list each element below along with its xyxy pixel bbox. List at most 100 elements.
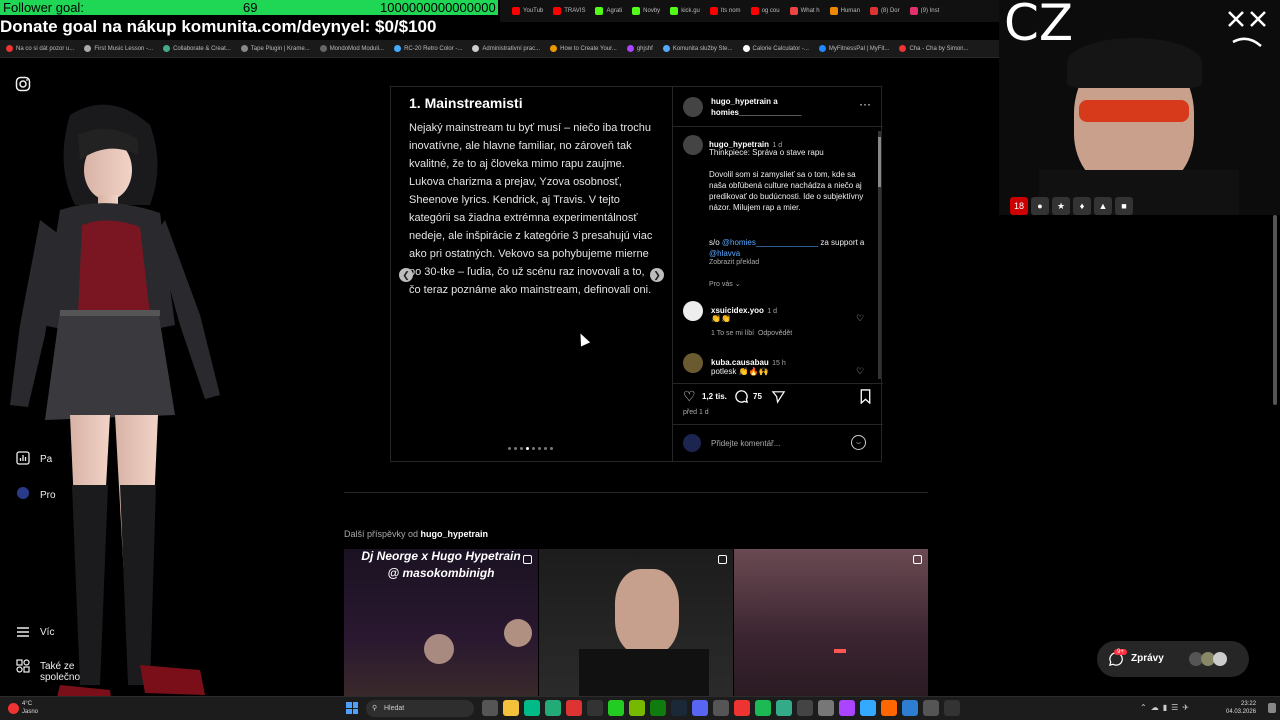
more-options-icon[interactable]: ··· (859, 97, 871, 111)
badge-icon: ★ (1052, 197, 1070, 215)
app-icon[interactable] (566, 700, 582, 716)
bookmark[interactable]: Calorie Calculator -... (742, 45, 809, 52)
translate-link[interactable]: Zobrazit překlad (709, 259, 759, 266)
app-icon[interactable] (776, 700, 792, 716)
bookmark[interactable]: Komunita služby Ste... (662, 45, 733, 52)
comment-input[interactable]: Přidejte komentář... (711, 439, 780, 448)
nvidia-icon[interactable] (629, 700, 645, 716)
app-icon[interactable] (839, 700, 855, 716)
app-icon[interactable] (860, 700, 876, 716)
browser-tab[interactable]: kick.gu (666, 5, 704, 17)
app-icon[interactable] (524, 700, 540, 716)
notification-icon[interactable] (1268, 703, 1276, 713)
app-icon[interactable] (944, 700, 960, 716)
comment-likes[interactable]: 1 To se mi líbí (711, 330, 754, 337)
steam-icon[interactable] (671, 700, 687, 716)
bookmark[interactable]: Collaborate & Creat... (163, 45, 231, 52)
file-explorer-icon[interactable] (503, 700, 519, 716)
bookmark[interactable]: Na co si dát pozor u... (6, 45, 74, 52)
bookmark[interactable]: How to Create Your... (550, 45, 617, 52)
comment-icon[interactable] (734, 389, 749, 404)
bookmark[interactable]: Administrativní prac... (472, 45, 540, 52)
browser-tab[interactable]: (9) Inst (906, 5, 944, 17)
post-coauthor[interactable]: homies______________ (711, 108, 801, 117)
system-tray-icons[interactable]: ⌃☁▮☰✈ (1140, 703, 1193, 712)
app-icon[interactable] (923, 700, 939, 716)
bookmark[interactable]: MyFitnessPal | MyFit... (818, 45, 889, 52)
spotify-icon[interactable] (755, 700, 771, 716)
caption-avatar[interactable] (683, 135, 703, 155)
country-label: CZ (1004, 0, 1074, 52)
browser-tab[interactable]: What h (786, 5, 824, 17)
comment-count[interactable]: 75 (753, 392, 762, 401)
browser-tab[interactable]: Human (826, 5, 864, 17)
unread-badge: 9+ (1114, 649, 1127, 655)
logo-icon (1228, 11, 1266, 47)
chrome-icon[interactable] (545, 700, 561, 716)
messages-button[interactable]: 9+ Zprávy (1097, 641, 1249, 677)
post-author[interactable]: hugo_hypetrain a (711, 97, 778, 106)
bookmark[interactable]: MondoMod Moduli... (319, 45, 384, 52)
bookmark[interactable]: First Music Lesson -... (84, 45, 153, 52)
task-view-icon[interactable] (482, 700, 498, 716)
contact-avatar (1213, 652, 1227, 666)
app-icon[interactable] (818, 700, 834, 716)
app-icon[interactable] (608, 700, 624, 716)
share-icon[interactable] (771, 389, 786, 404)
app-icon[interactable] (797, 700, 813, 716)
scrollbar-thumb[interactable] (878, 137, 881, 187)
post-carousel-slide[interactable]: 1. Mainstreamisti Nejaký mainstream tu b… (391, 87, 671, 461)
bookmark[interactable]: Cha - Cha by Simon... (899, 45, 969, 52)
comments-scrollbar[interactable] (878, 131, 881, 379)
bookmark[interactable]: ghjshf (626, 45, 653, 52)
browser-tab[interactable]: Its nom (706, 5, 745, 17)
vtuber-avatar (10, 104, 220, 705)
post-thumbnail[interactable] (734, 549, 928, 699)
app-icon[interactable] (734, 700, 750, 716)
browser-tab[interactable]: YouTub (508, 5, 547, 17)
app-icon[interactable] (713, 700, 729, 716)
comment-like-icon[interactable]: ♡ (856, 313, 864, 324)
browser-tab[interactable]: Novby (628, 5, 664, 17)
site-icon (869, 7, 878, 15)
xbox-icon[interactable] (650, 700, 666, 716)
carousel-prev-button[interactable]: ❮ (399, 268, 413, 282)
app-icon[interactable] (587, 700, 603, 716)
for-you-toggle[interactable]: Pro vás ⌄ (709, 280, 741, 288)
post-thumbnail[interactable]: Dj Neorge x Hugo Hypetrain @ masokombini… (344, 549, 538, 699)
browser-tab[interactable]: Agrati (591, 5, 626, 17)
mention-link[interactable]: @homies______________ (722, 238, 818, 247)
page-scrollbar[interactable] (1272, 215, 1278, 695)
commenter-avatar[interactable] (683, 301, 703, 321)
comment-like-icon[interactable]: ♡ (856, 366, 864, 377)
like-count[interactable]: 1,2 tis. (702, 392, 727, 401)
weather-icon[interactable] (8, 703, 19, 714)
author-avatar[interactable] (683, 97, 703, 117)
emoji-icon[interactable]: ⌣ (851, 435, 866, 450)
app-icon[interactable] (881, 700, 897, 716)
app-icon[interactable] (902, 700, 918, 716)
browser-tab-strip: YouTub TRAVIS Agrati Novby kick.gu Its n… (500, 0, 1000, 22)
windows-start-icon[interactable] (346, 702, 358, 714)
taskbar-clock[interactable]: 23:22 04.03.2026 (1226, 700, 1256, 716)
commenter-avatar[interactable] (683, 353, 703, 373)
more-posts-user-link[interactable]: hugo_hypetrain (421, 529, 489, 539)
discord-icon[interactable] (692, 700, 708, 716)
taskbar-apps (482, 700, 960, 716)
comment-reply-link[interactable]: Odpovědět (758, 330, 792, 337)
browser-tab[interactable]: TRAVIS (549, 5, 589, 17)
browser-tab[interactable]: og cou (747, 5, 784, 17)
weather-widget[interactable]: 4°C Jasno (22, 700, 38, 716)
carousel-next-button[interactable]: ❯ (650, 268, 664, 282)
thumbnail-person (504, 619, 532, 647)
browser-tab[interactable]: (8) Dor (866, 5, 904, 17)
bookmark[interactable]: Tape Plugin | Krame... (240, 45, 310, 52)
mention-link[interactable]: @hlavva (709, 249, 740, 258)
bookmark[interactable]: RC-20 Retro Color -... (394, 45, 462, 52)
page-scrollbar-thumb[interactable] (1273, 215, 1277, 405)
post-thumbnail[interactable] (539, 549, 733, 699)
save-icon[interactable] (859, 389, 872, 404)
instagram-icon[interactable] (15, 76, 31, 92)
taskbar-search[interactable]: ⚲ Hledat (366, 700, 474, 717)
like-icon[interactable]: ♡ (683, 388, 696, 405)
